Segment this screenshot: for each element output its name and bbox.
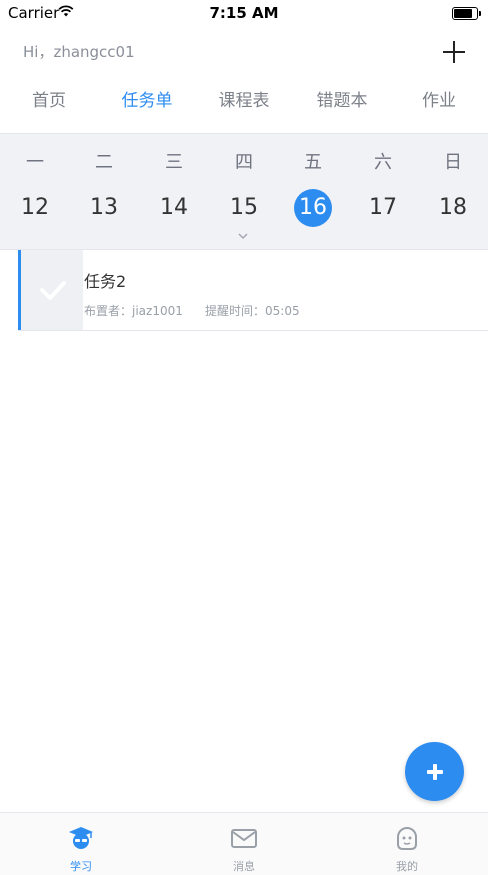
clock: 7:15 AM xyxy=(209,4,279,22)
tab-schedule[interactable]: 课程表 xyxy=(195,86,293,111)
tab-home[interactable]: 首页 xyxy=(0,86,98,111)
graduation-cap-icon xyxy=(69,827,93,849)
task-item[interactable]: 任务2 布置者：jiaz1001 提醒时间：05:05 xyxy=(18,250,488,331)
tab-mistake-book[interactable]: 错题本 xyxy=(293,86,391,111)
greeting-text: Hi，zhangcc01 xyxy=(23,43,135,61)
add-icon[interactable] xyxy=(441,39,467,65)
task-title: 任务2 xyxy=(84,272,127,291)
top-tabs: 首页 任务单 课程表 错题本 作业 xyxy=(0,86,488,122)
weekday-label: 二 xyxy=(95,152,113,173)
calendar-day[interactable]: 14 xyxy=(155,189,193,227)
bottom-nav: 学习 消息 我的 xyxy=(0,812,488,875)
nav-messages[interactable]: 消息 xyxy=(163,813,325,875)
week-calendar: 一 二 三 四 五 六 日 12 13 14 15 16 17 18 xyxy=(0,133,488,250)
calendar-day[interactable]: 12 xyxy=(16,189,54,227)
task-assigner: 布置者：jiaz1001 xyxy=(84,304,183,318)
calendar-day[interactable]: 15 xyxy=(225,189,263,227)
nav-study[interactable]: 学习 xyxy=(0,813,162,875)
task-reminder-time: 提醒时间：05:05 xyxy=(205,304,300,318)
weekday-label: 五 xyxy=(304,152,322,173)
nav-messages-label: 消息 xyxy=(233,860,255,873)
calendar-day[interactable]: 16 xyxy=(294,189,332,227)
calendar-day[interactable]: 13 xyxy=(85,189,123,227)
task-checkbox[interactable] xyxy=(21,250,83,330)
tab-task-list[interactable]: 任务单 xyxy=(98,86,196,111)
status-bar: Carrier 7:15 AM xyxy=(0,0,488,26)
nav-profile[interactable]: 我的 xyxy=(326,813,488,875)
tab-homework[interactable]: 作业 xyxy=(390,86,488,111)
nav-study-label: 学习 xyxy=(70,860,92,873)
add-task-button[interactable] xyxy=(405,742,464,801)
chevron-down-icon[interactable] xyxy=(238,231,248,241)
calendar-day[interactable]: 17 xyxy=(364,189,402,227)
weekday-label: 三 xyxy=(165,152,183,173)
weekday-label: 六 xyxy=(374,152,392,173)
nav-profile-label: 我的 xyxy=(396,860,418,873)
weekday-label: 一 xyxy=(26,152,44,173)
checkmark-icon xyxy=(40,281,66,300)
mail-icon xyxy=(231,829,257,848)
calendar-day[interactable]: 18 xyxy=(434,189,472,227)
battery-icon xyxy=(452,7,481,20)
user-face-icon xyxy=(397,827,417,850)
weekday-label: 日 xyxy=(444,152,462,173)
weekday-label: 四 xyxy=(235,152,253,173)
